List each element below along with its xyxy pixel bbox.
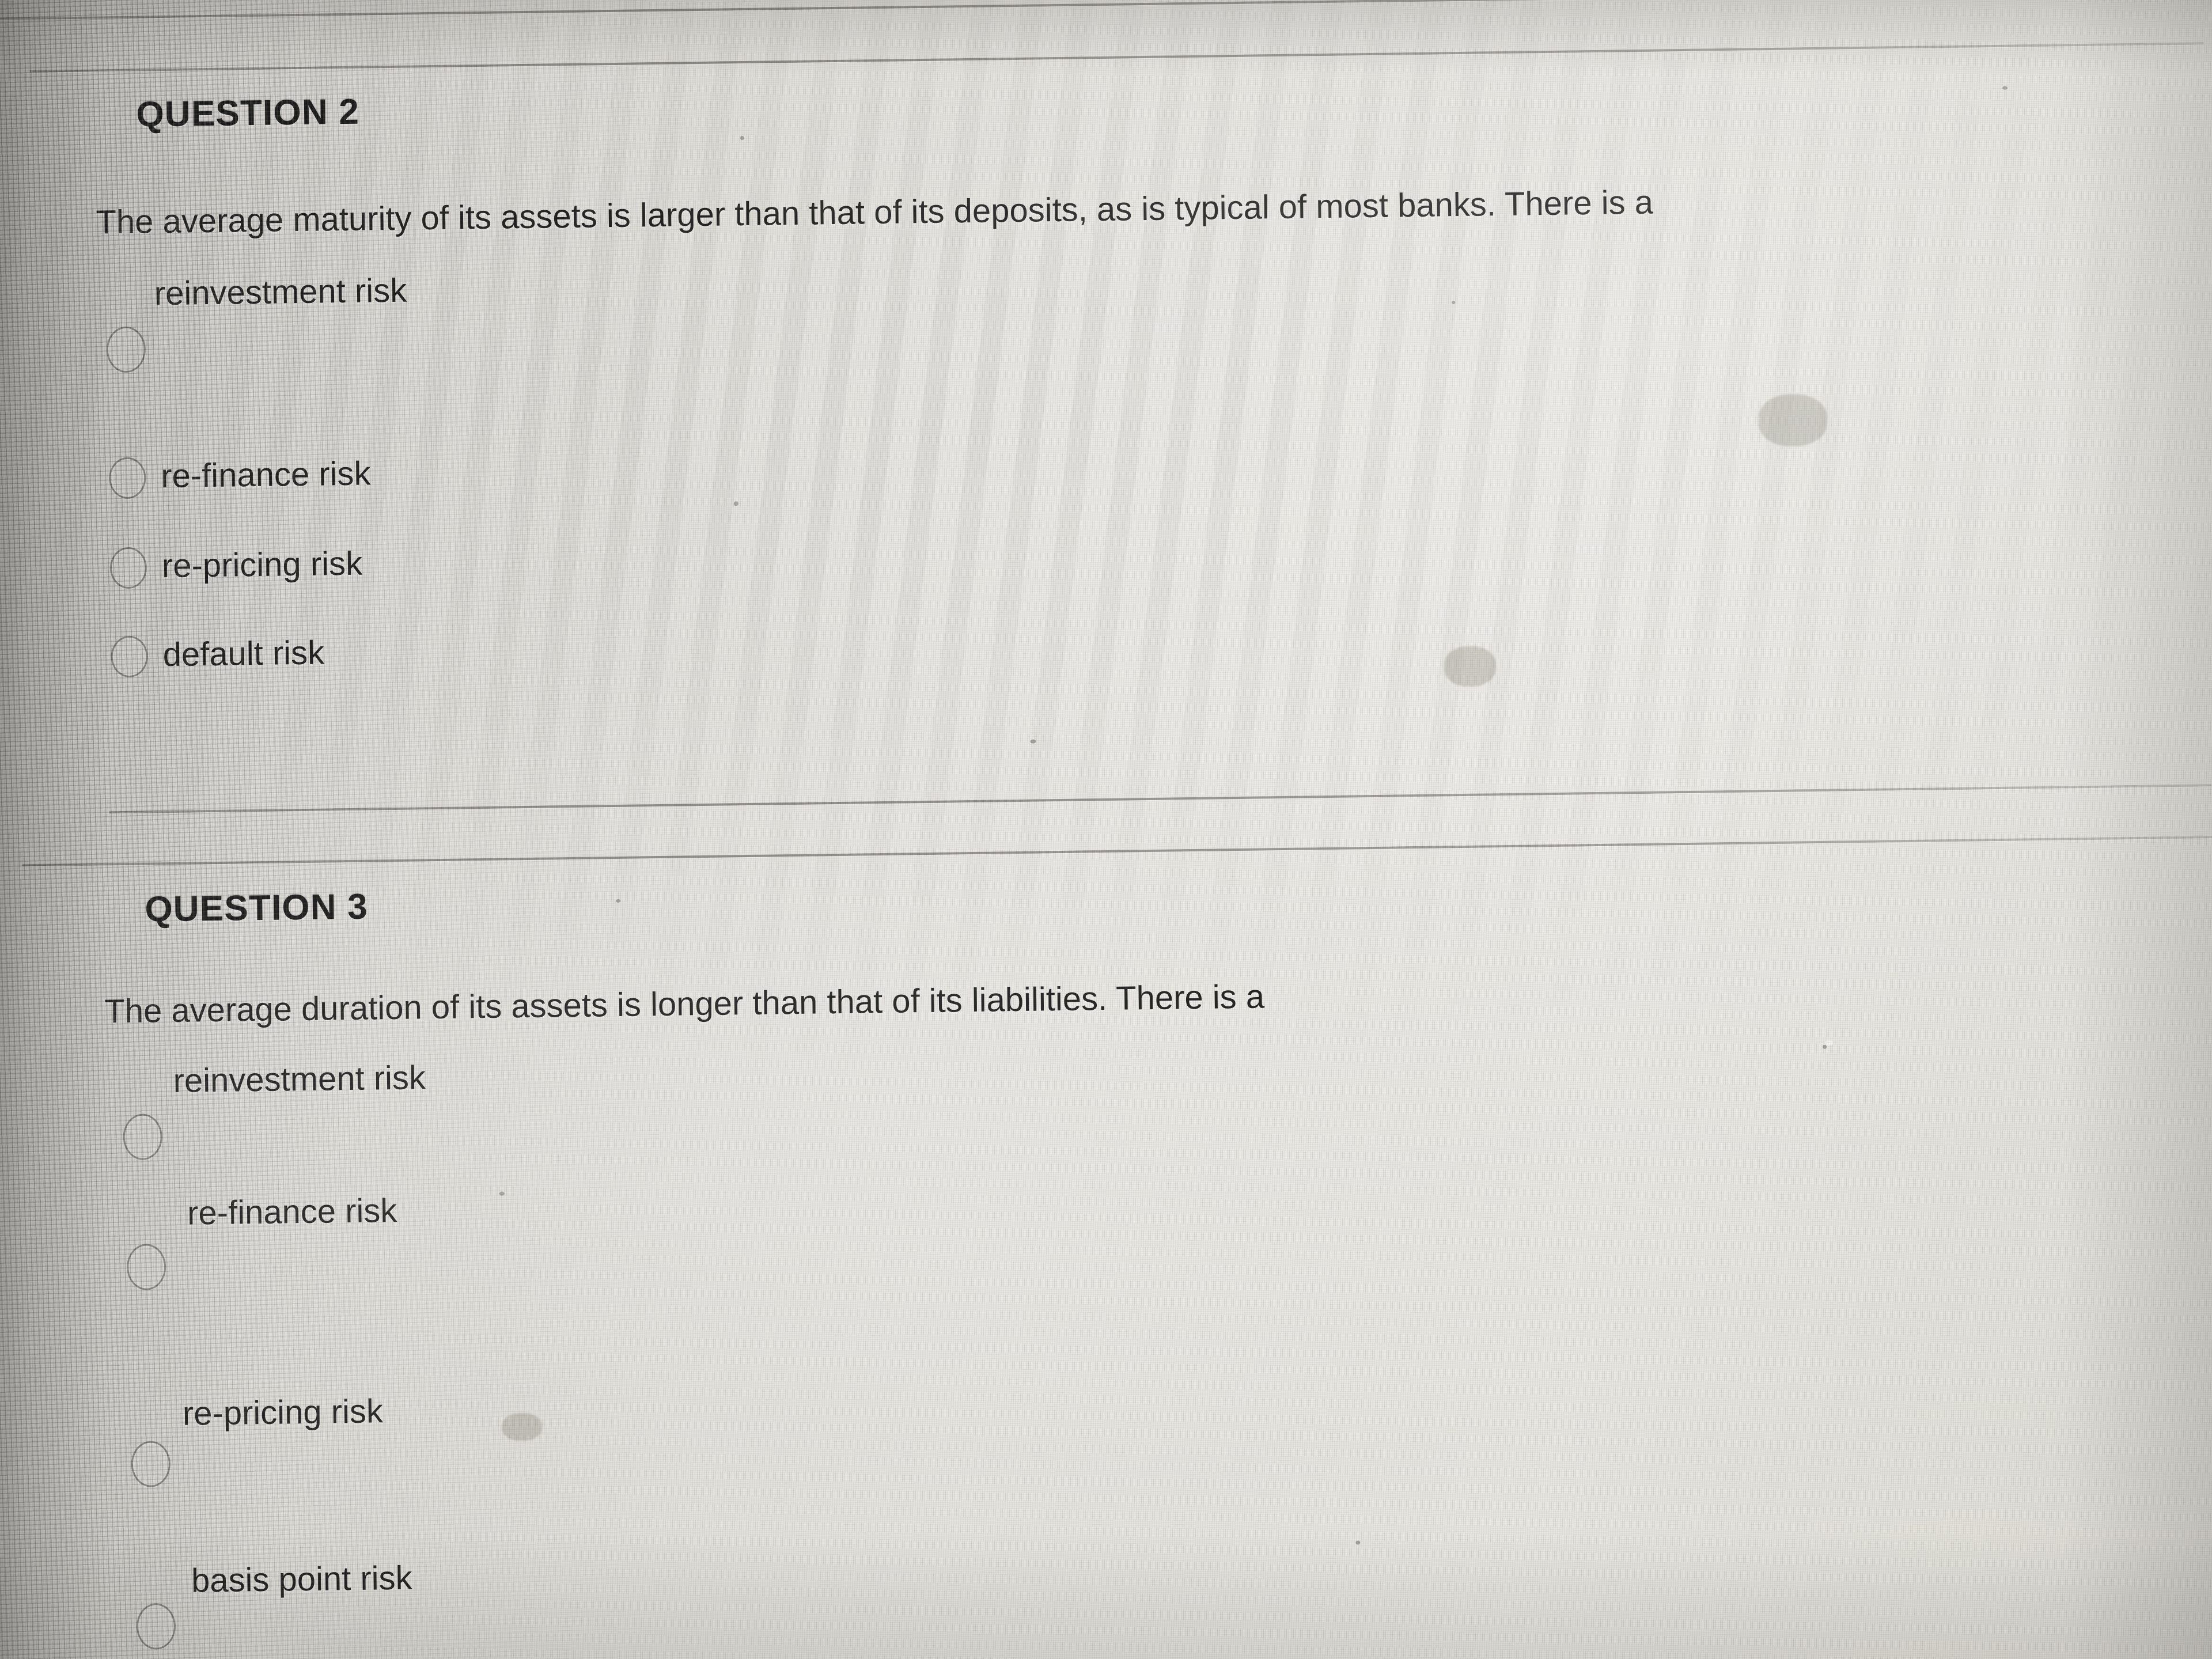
dust-speck — [733, 501, 738, 506]
dust-speck — [616, 899, 621, 903]
radio-button[interactable] — [126, 1244, 166, 1291]
quiz-page: QUESTION 2 The average maturity of its a… — [0, 0, 2212, 1659]
radio-button[interactable] — [131, 1441, 171, 1487]
question-3-option-4[interactable]: basis point risk — [0, 0, 2203, 1650]
question-block-3: QUESTION 3 The average duration of its a… — [0, 0, 2211, 1650]
option-label: re-finance risk — [187, 1191, 397, 1232]
option-label: basis point risk — [191, 1559, 412, 1600]
option-label: reinvestment risk — [173, 1059, 426, 1100]
option-label: re-pricing risk — [182, 1392, 384, 1433]
smudge — [501, 1412, 543, 1441]
dust-speck — [1355, 1540, 1361, 1545]
radio-button[interactable] — [136, 1603, 176, 1650]
question-3-title: QUESTION 3 — [145, 887, 369, 930]
dust-speck — [740, 136, 745, 141]
question-divider-outer — [22, 836, 2212, 867]
question-3-option-3[interactable]: re-pricing risk — [0, 0, 2203, 1487]
question-3-option-2[interactable]: re-finance risk — [0, 0, 2203, 1291]
question-3-prompt: The average duration of its assets is lo… — [104, 978, 1265, 1031]
dust-speck — [1823, 1044, 1827, 1049]
question-3-option-1[interactable]: reinvestment risk — [0, 0, 2203, 1161]
radio-button[interactable] — [123, 1113, 163, 1161]
smudge — [1758, 393, 1828, 447]
smudge — [1444, 646, 1497, 687]
dust-speck — [499, 1191, 505, 1196]
dust-speck — [1452, 301, 1456, 305]
dust-speck — [1825, 1040, 1834, 1046]
screen-photo: QUESTION 2 The average maturity of its a… — [0, 0, 2212, 1659]
